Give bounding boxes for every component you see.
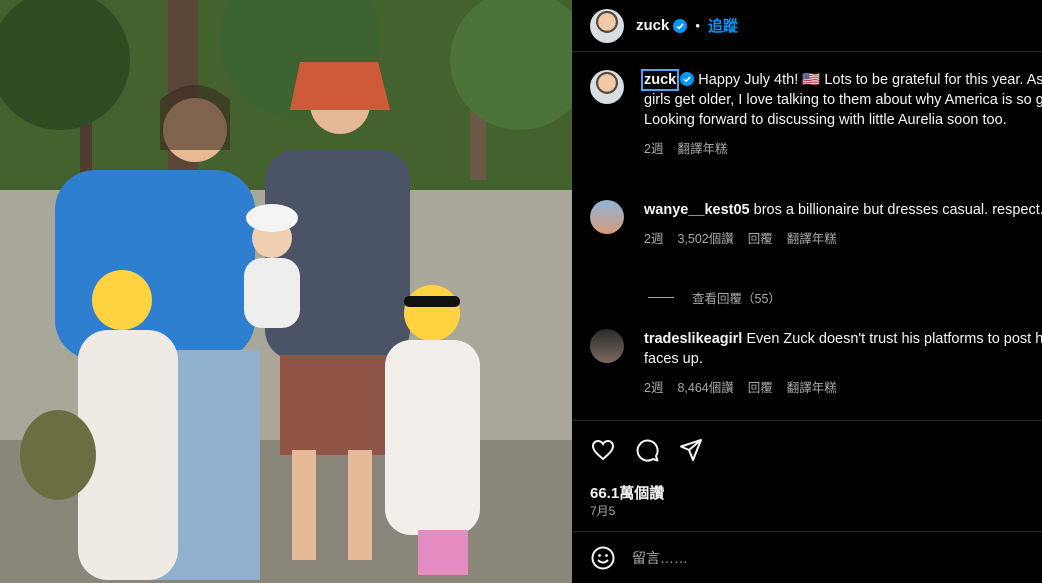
follow-button[interactable]: 追蹤	[708, 15, 738, 36]
comment-avatar[interactable]	[590, 200, 624, 234]
comment-bubble-icon[interactable]	[634, 437, 660, 463]
comment-input[interactable]	[632, 549, 1012, 566]
reply-button[interactable]: 回覆	[748, 377, 773, 396]
post-details-pane: zuck • 追蹤 zuck Happy July 4th! 🇺🇸 Lots t…	[572, 0, 1042, 583]
post-date: 7月5	[590, 504, 616, 518]
comment-likes: 8,464個讚	[677, 381, 734, 395]
comment-body: bros a billionaire but dresses casual. r…	[749, 202, 1042, 218]
comment-likes: 3,502個讚	[677, 232, 734, 246]
translate-button[interactable]: 翻譯年糕	[787, 228, 837, 247]
comment-item: wanye__kest05 bros a billionaire but dre…	[590, 200, 1042, 247]
caption-comment: zuck Happy July 4th! 🇺🇸 Lots to be grate…	[590, 69, 1042, 157]
comment-meta: 2週 翻譯年糕	[644, 138, 1042, 157]
comment-username[interactable]: wanye__kest05	[644, 202, 750, 218]
separator-dot: •	[695, 18, 700, 33]
author-avatar[interactable]	[590, 8, 624, 43]
paper-plane-icon[interactable]	[678, 437, 704, 463]
comments-list[interactable]: zuck Happy July 4th! 🇺🇸 Lots to be grate…	[572, 52, 1042, 420]
comment-meta: 2週 3,502個讚 回覆 翻譯年糕	[644, 228, 1042, 247]
view-replies-label: 查看回覆（55）	[692, 292, 781, 306]
comment-avatar[interactable]	[590, 329, 624, 363]
verified-badge-icon	[680, 72, 695, 86]
comment-age: 2週	[644, 381, 664, 395]
reply-button[interactable]: 回覆	[748, 228, 773, 247]
author-username[interactable]: zuck	[636, 17, 669, 34]
comment-text: tradeslikeagirl Even Zuck doesn't trust …	[644, 329, 1042, 369]
view-replies-button[interactable]: 查看回覆（55）	[648, 288, 781, 307]
comment-text: wanye__kest05 bros a billionaire but dre…	[644, 200, 1042, 220]
comment-age: 2週	[644, 142, 664, 156]
comment-item: tradeslikeagirl Even Zuck doesn't trust …	[590, 329, 1042, 396]
post-actions: 66.1萬個讚 7月5	[572, 420, 1042, 522]
comment-meta: 2週 8,464個讚 回覆 翻譯年糕	[644, 377, 1042, 396]
comment-text: zuck Happy July 4th! 🇺🇸 Lots to be grate…	[640, 69, 1042, 130]
family-photo-illustration	[0, 0, 572, 583]
comment-username[interactable]: zuck	[640, 69, 680, 91]
smiley-icon[interactable]	[590, 545, 616, 571]
post-header: zuck • 追蹤	[572, 0, 1042, 52]
replies-divider	[648, 297, 674, 298]
heart-icon[interactable]	[590, 437, 616, 463]
verified-badge-icon	[673, 18, 688, 33]
translate-button[interactable]: 翻譯年糕	[787, 377, 837, 396]
like-count[interactable]: 66.1萬個讚	[590, 482, 664, 503]
comment-age: 2週	[644, 232, 664, 246]
translate-button[interactable]: 翻譯年糕	[677, 138, 727, 157]
comment-body: Happy July 4th! 🇺🇸 Lots to be grateful f…	[644, 72, 1042, 128]
comment-username[interactable]: tradeslikeagirl	[644, 331, 742, 347]
add-comment-bar	[572, 531, 1042, 583]
post-photo	[0, 0, 572, 583]
comment-avatar[interactable]	[590, 70, 624, 104]
